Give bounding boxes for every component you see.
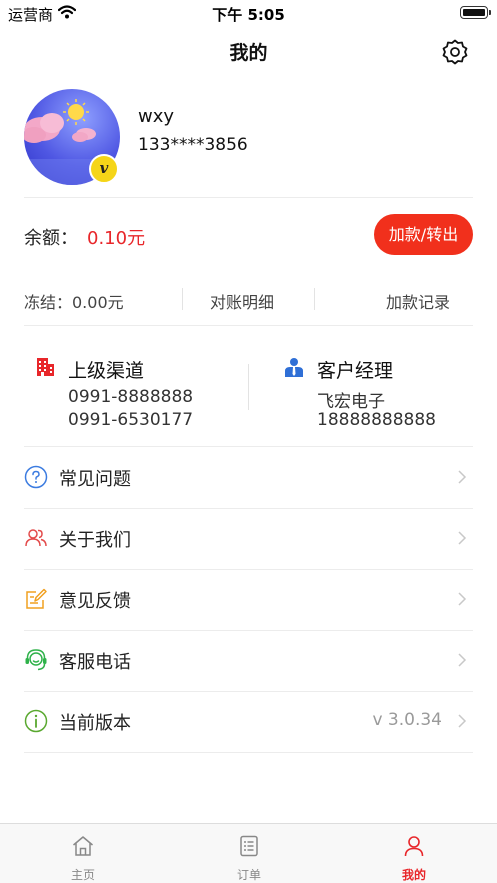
orders-icon [240, 835, 258, 857]
deposit-transfer-button[interactable]: 加款/转出 [374, 214, 473, 255]
user-phone: 133****3856 [138, 135, 248, 155]
info-icon [24, 709, 48, 733]
menu-item-version[interactable]: 当前版本 v 3.0.34 [24, 691, 473, 752]
channel-title: 上级渠道 [68, 360, 145, 382]
balance-label: 余额： [24, 228, 78, 249]
deposit-records-link[interactable]: 加款记录 [386, 289, 450, 313]
balance-value: 0.10元 [87, 228, 146, 249]
chevron-right-icon [458, 714, 467, 728]
divider [24, 197, 473, 198]
divider [24, 752, 473, 753]
tab-profile[interactable]: 我的 [331, 824, 497, 883]
profile-icon [404, 836, 424, 857]
settings-icon[interactable] [441, 38, 469, 66]
page-title: 我的 [229, 42, 268, 64]
menu-item-faq[interactable]: 常见问题 [24, 447, 473, 508]
menu-label: 关于我们 [59, 530, 131, 551]
version-value: v 3.0.34 [372, 710, 442, 730]
channel-phone-2[interactable]: 0991-6530177 [68, 410, 193, 430]
battery-icon [460, 6, 491, 19]
separator [248, 364, 249, 410]
manager-name: 飞宏电子 [317, 392, 385, 412]
chevron-right-icon [458, 531, 467, 545]
building-icon [37, 358, 54, 376]
feedback-icon [26, 588, 47, 609]
menu-item-feedback[interactable]: 意见反馈 [24, 569, 473, 630]
menu-label: 当前版本 [59, 713, 131, 734]
status-time: 下午 5:05 [212, 6, 285, 24]
separator [182, 288, 183, 310]
manager-title: 客户经理 [317, 360, 394, 382]
menu-label: 意见反馈 [59, 591, 131, 612]
tab-bar: 主页 订单 我的 [0, 823, 497, 883]
separator [314, 288, 315, 310]
chevron-right-icon [458, 592, 467, 606]
chevron-right-icon [458, 653, 467, 667]
divider [24, 325, 473, 326]
frozen-amount: 冻结：0.00元 [24, 293, 124, 312]
tab-label: 主页 [70, 868, 95, 882]
help-icon [24, 465, 48, 489]
headset-icon [25, 649, 47, 671]
tab-orders[interactable]: 订单 [166, 824, 332, 883]
status-bar: 运营商 下午 5:05 [0, 0, 497, 26]
vip-badge: v [89, 154, 119, 184]
users-icon [25, 529, 47, 547]
manager-phone[interactable]: 18888888888 [317, 410, 436, 430]
menu-item-about[interactable]: 关于我们 [24, 508, 473, 569]
manager-icon [285, 358, 303, 377]
menu-label: 常见问题 [59, 469, 131, 490]
menu-item-service-phone[interactable]: 客服电话 [24, 630, 473, 691]
statement-link[interactable]: 对账明细 [210, 289, 274, 313]
menu-label: 客服电话 [59, 652, 131, 673]
chevron-right-icon [458, 470, 467, 484]
channel-phone-1[interactable]: 0991-8888888 [68, 387, 193, 407]
tab-label: 我的 [401, 868, 426, 882]
tab-label: 订单 [236, 868, 261, 882]
user-name: wxy [138, 106, 175, 127]
tab-home[interactable]: 主页 [0, 824, 166, 883]
home-icon [73, 836, 93, 856]
